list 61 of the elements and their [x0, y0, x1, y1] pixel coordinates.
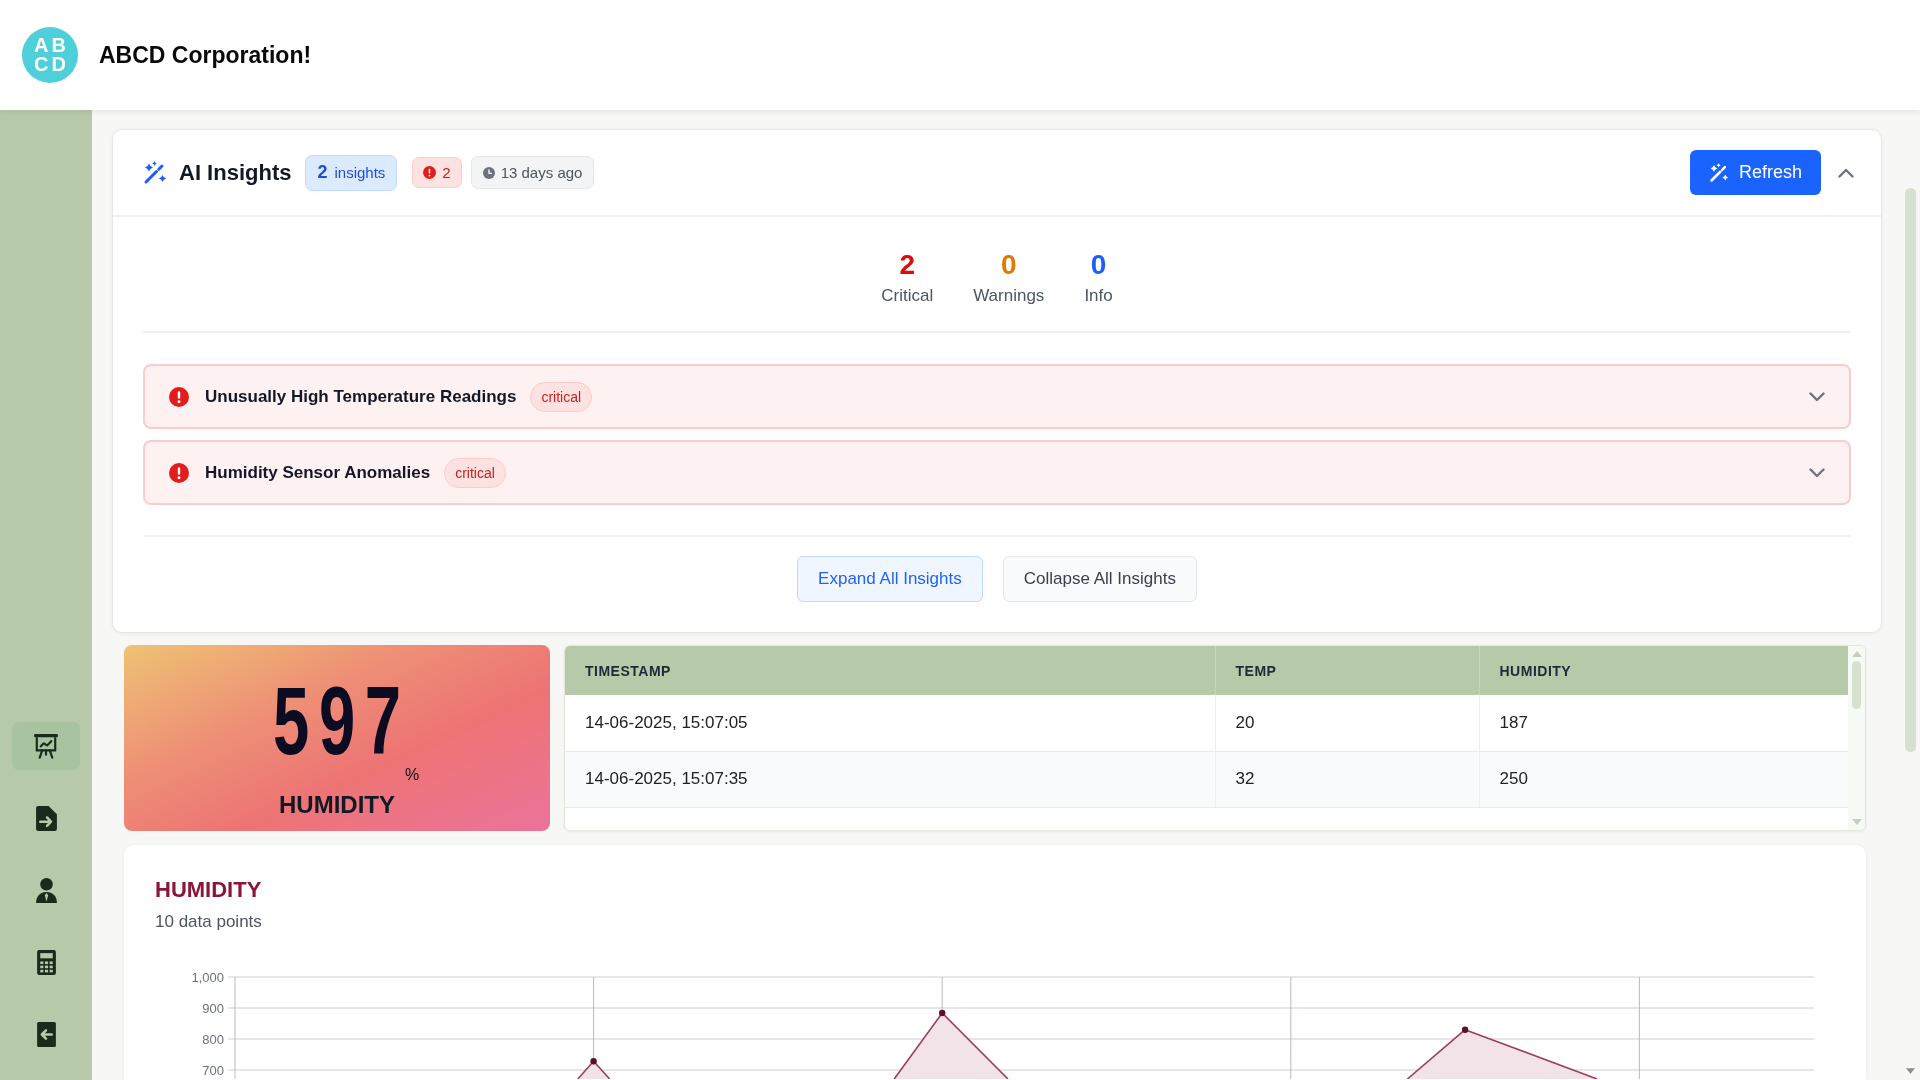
summary-count: 2 — [898, 249, 916, 281]
severity-badge: critical — [530, 381, 593, 412]
table-cell: 32 — [1215, 751, 1479, 807]
magic-wand-icon — [143, 160, 167, 185]
refresh-button[interactable]: Refresh — [1689, 150, 1821, 195]
presentation-chart-icon — [33, 733, 59, 759]
alert-count: 2 — [442, 164, 451, 181]
scrollbar-thumb[interactable] — [1852, 661, 1861, 709]
user-icon — [35, 877, 57, 903]
calculator-icon — [36, 949, 56, 975]
humidity-label: HUMIDITY — [279, 791, 395, 819]
arrow-down-icon — [1905, 1068, 1915, 1074]
table-cell: 14-06-2025, 15:07:05 — [565, 695, 1215, 751]
summary-label: Critical — [881, 285, 934, 307]
panel-title: AI Insights — [179, 159, 292, 186]
column-header: HUMIDITY — [1479, 646, 1848, 695]
insight-title: Unusually High Temperature Readings — [205, 386, 517, 407]
chevron-up-icon — [1838, 167, 1854, 178]
clock-icon — [482, 166, 495, 179]
summary-count: 0 — [1089, 249, 1108, 281]
expand-all-button[interactable]: Expand All Insights — [797, 556, 983, 602]
data-point — [939, 1009, 946, 1017]
data-point — [590, 1058, 597, 1065]
scrollbar[interactable] — [1848, 646, 1865, 830]
insight-row[interactable]: Unusually High Temperature Readings critical — [143, 364, 1851, 429]
collapse-all-button[interactable]: Collapse All Insights — [1002, 556, 1197, 602]
alert-icon — [169, 462, 189, 483]
axis-label: 800 — [202, 1031, 224, 1047]
sidebar-button[interactable] — [12, 722, 80, 770]
humidity-value: 597 — [272, 673, 411, 769]
severity-badge: critical — [444, 457, 506, 488]
chart-title: HUMIDITY — [155, 877, 263, 903]
column-header: TIMESTAMP — [565, 646, 1215, 695]
company-name: ABCD Corporation! — [99, 41, 312, 69]
unit-label: % — [405, 766, 420, 784]
scrollbar-thumb[interactable] — [1904, 188, 1916, 752]
insight-title: Humidity Sensor Anomalies — [205, 462, 431, 483]
summary-label: Info — [1084, 285, 1113, 307]
file-arrow-icon — [35, 805, 57, 831]
magic-wand-icon — [1708, 162, 1729, 183]
collapse-button[interactable] — [1838, 167, 1854, 178]
updated-time: 13 days ago — [500, 164, 583, 181]
summary-count: 0 — [1000, 249, 1018, 281]
column-header: TEMP — [1215, 646, 1479, 695]
table-cell: 14-06-2025, 15:07:35 — [565, 751, 1215, 807]
logo: AB CD — [22, 27, 78, 83]
insight-count-badge: 2 insights — [305, 154, 398, 191]
insight-row[interactable]: Humidity Sensor Anomalies critical — [143, 440, 1851, 505]
axis-label: 700 — [202, 1062, 224, 1078]
alert-icon — [169, 386, 189, 407]
chart-subtitle: 10 data points — [155, 911, 263, 933]
table-cell: 250 — [1479, 751, 1848, 807]
alert-icon — [423, 166, 437, 179]
arrow-up-icon — [1851, 651, 1862, 657]
axis-label: 1,000 — [191, 969, 224, 985]
table-cell: 20 — [1215, 695, 1479, 751]
arrow-down-icon — [1851, 819, 1862, 825]
summary-label: Warnings — [973, 285, 1045, 307]
logout-icon — [36, 1021, 56, 1047]
data-point — [1461, 1026, 1469, 1033]
axis-label: 900 — [202, 1000, 224, 1016]
